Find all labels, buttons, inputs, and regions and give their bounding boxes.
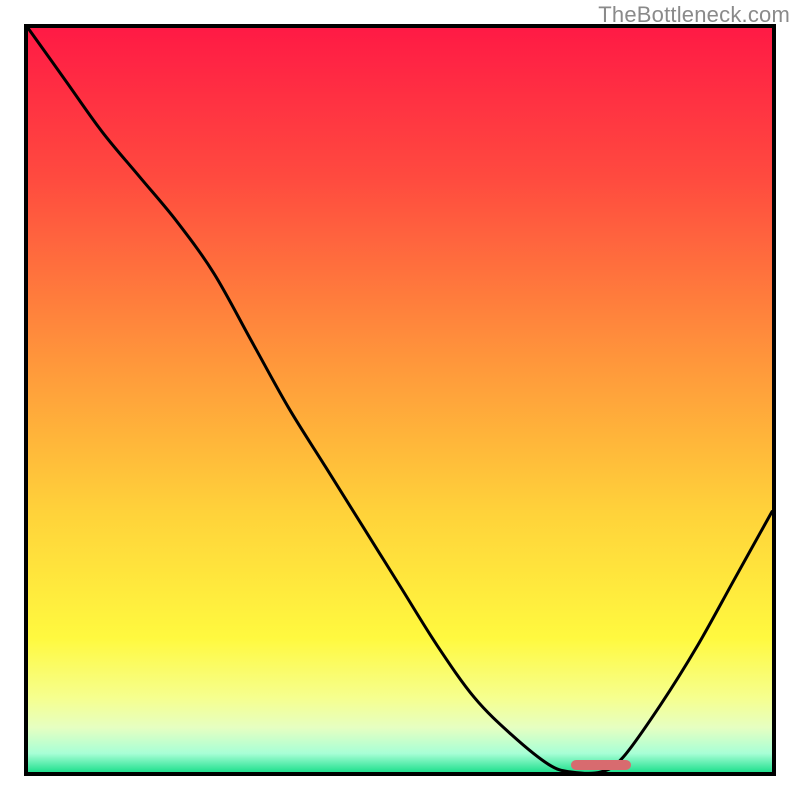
plot-area [24, 24, 776, 776]
chart-frame: TheBottleneck.com [0, 0, 800, 800]
bottleneck-curve [28, 28, 772, 772]
optimal-range-marker [571, 760, 631, 770]
